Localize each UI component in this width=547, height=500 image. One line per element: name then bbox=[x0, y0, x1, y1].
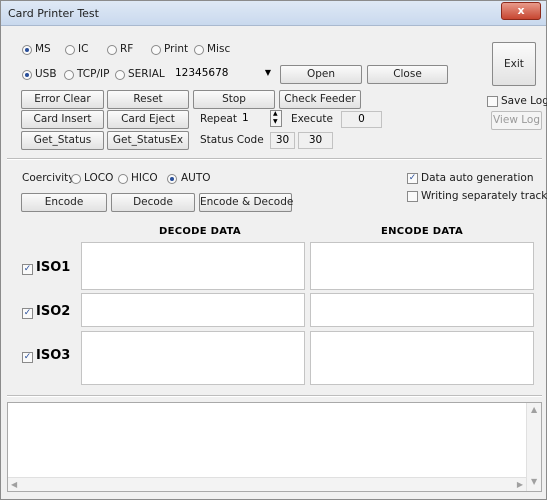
radio-ic[interactable] bbox=[65, 45, 75, 55]
iso1-decode-field[interactable] bbox=[81, 242, 305, 290]
port-select-value: 12345678 bbox=[175, 67, 229, 79]
log-horizontal-scrollbar[interactable]: ◀ ▶ bbox=[8, 477, 526, 491]
card-eject-button[interactable]: Card Eject bbox=[107, 110, 189, 129]
card-printer-test-window: Card Printer Test x MS IC RF Print Misc … bbox=[0, 0, 547, 500]
section-divider bbox=[7, 158, 542, 160]
radio-loco-label: LOCO bbox=[84, 172, 114, 184]
reset-button[interactable]: Reset bbox=[107, 90, 189, 109]
radio-serial-label: SERIAL bbox=[128, 68, 165, 80]
radio-misc-label: Misc bbox=[207, 43, 231, 55]
status-code-value-1: 30 bbox=[270, 132, 295, 149]
coercivity-label: Coercivity bbox=[22, 172, 75, 184]
card-insert-button[interactable]: Card Insert bbox=[21, 110, 104, 129]
status-code-label: Status Code bbox=[200, 134, 264, 146]
iso2-encode-field[interactable] bbox=[310, 293, 534, 327]
writing-separately-label: Writing separately track bbox=[421, 190, 547, 202]
radio-rf-label: RF bbox=[120, 43, 134, 55]
scroll-right-icon[interactable]: ▶ bbox=[517, 480, 523, 489]
status-code-value-2: 30 bbox=[298, 132, 333, 149]
iso2-decode-field[interactable] bbox=[81, 293, 305, 327]
error-clear-button[interactable]: Error Clear bbox=[21, 90, 104, 109]
check-feeder-button[interactable]: Check Feeder bbox=[279, 90, 361, 109]
save-log-label: Save Log bbox=[501, 95, 547, 107]
save-log-checkbox[interactable] bbox=[487, 96, 498, 107]
view-log-button[interactable]: View Log bbox=[491, 111, 542, 130]
radio-ms-label: MS bbox=[35, 43, 51, 55]
spin-up-icon: ▲ bbox=[273, 110, 278, 117]
radio-tcpip-label: TCP/IP bbox=[77, 68, 110, 80]
repeat-spinner[interactable]: ▲ ▼ bbox=[270, 110, 282, 127]
decode-button[interactable]: Decode bbox=[111, 193, 195, 212]
radio-serial[interactable] bbox=[115, 70, 125, 80]
radio-hico-label: HICO bbox=[131, 172, 158, 184]
radio-ic-label: IC bbox=[78, 43, 89, 55]
iso2-checkbox[interactable]: ✓ bbox=[22, 308, 33, 319]
scroll-left-icon[interactable]: ◀ bbox=[11, 480, 17, 489]
chevron-down-icon: ▼ bbox=[264, 68, 271, 77]
radio-usb[interactable] bbox=[22, 70, 32, 80]
radio-auto[interactable] bbox=[167, 174, 177, 184]
radio-tcpip[interactable] bbox=[64, 70, 74, 80]
window-close-button[interactable]: x bbox=[501, 2, 541, 20]
radio-usb-label: USB bbox=[35, 68, 57, 80]
repeat-label: Repeat bbox=[200, 113, 237, 125]
log-output[interactable]: ▲ ▼ ◀ ▶ bbox=[7, 402, 542, 492]
radio-ms[interactable] bbox=[22, 45, 32, 55]
log-vertical-scrollbar[interactable]: ▲ ▼ bbox=[526, 403, 541, 491]
iso3-encode-field[interactable] bbox=[310, 331, 534, 385]
radio-rf[interactable] bbox=[107, 45, 117, 55]
radio-auto-label: AUTO bbox=[181, 172, 211, 184]
iso1-checkbox[interactable]: ✓ bbox=[22, 264, 33, 275]
execute-count: 0 bbox=[341, 111, 382, 128]
scroll-up-icon[interactable]: ▲ bbox=[531, 405, 537, 414]
radio-misc[interactable] bbox=[194, 45, 204, 55]
get-status-button[interactable]: Get_Status bbox=[21, 131, 104, 150]
spin-down-icon: ▼ bbox=[273, 118, 278, 125]
open-button[interactable]: Open bbox=[280, 65, 362, 84]
encode-button[interactable]: Encode bbox=[21, 193, 107, 212]
scroll-down-icon[interactable]: ▼ bbox=[531, 477, 537, 486]
radio-loco[interactable] bbox=[71, 174, 81, 184]
radio-print-label: Print bbox=[164, 43, 189, 55]
iso3-checkbox[interactable]: ✓ bbox=[22, 352, 33, 363]
radio-hico[interactable] bbox=[118, 174, 128, 184]
encode-decode-button[interactable]: Encode & Decode bbox=[199, 193, 293, 212]
get-status-ex-button[interactable]: Get_StatusEx bbox=[107, 131, 189, 150]
title-bar: Card Printer Test x bbox=[1, 1, 546, 26]
iso1-encode-field[interactable] bbox=[310, 242, 534, 290]
decode-data-header: DECODE DATA bbox=[159, 226, 241, 237]
radio-print[interactable] bbox=[151, 45, 161, 55]
stop-button[interactable]: Stop bbox=[193, 90, 275, 109]
exit-button[interactable]: Exit bbox=[492, 42, 536, 86]
close-button[interactable]: Close bbox=[367, 65, 448, 84]
iso3-decode-field[interactable] bbox=[81, 331, 305, 385]
port-select[interactable]: 12345678 ▼ bbox=[171, 65, 275, 83]
log-divider bbox=[7, 395, 542, 397]
encode-data-header: ENCODE DATA bbox=[381, 226, 464, 237]
window-title: Card Printer Test bbox=[8, 7, 99, 20]
data-auto-generation-checkbox[interactable]: ✓ bbox=[407, 173, 418, 184]
iso2-label: ISO2 bbox=[36, 304, 71, 319]
writing-separately-checkbox[interactable] bbox=[407, 191, 418, 202]
data-auto-generation-label: Data auto generation bbox=[421, 172, 534, 184]
iso1-label: ISO1 bbox=[36, 260, 71, 275]
iso3-label: ISO3 bbox=[36, 348, 71, 363]
repeat-input[interactable]: 1 bbox=[238, 110, 270, 128]
execute-label: Execute bbox=[291, 113, 333, 125]
